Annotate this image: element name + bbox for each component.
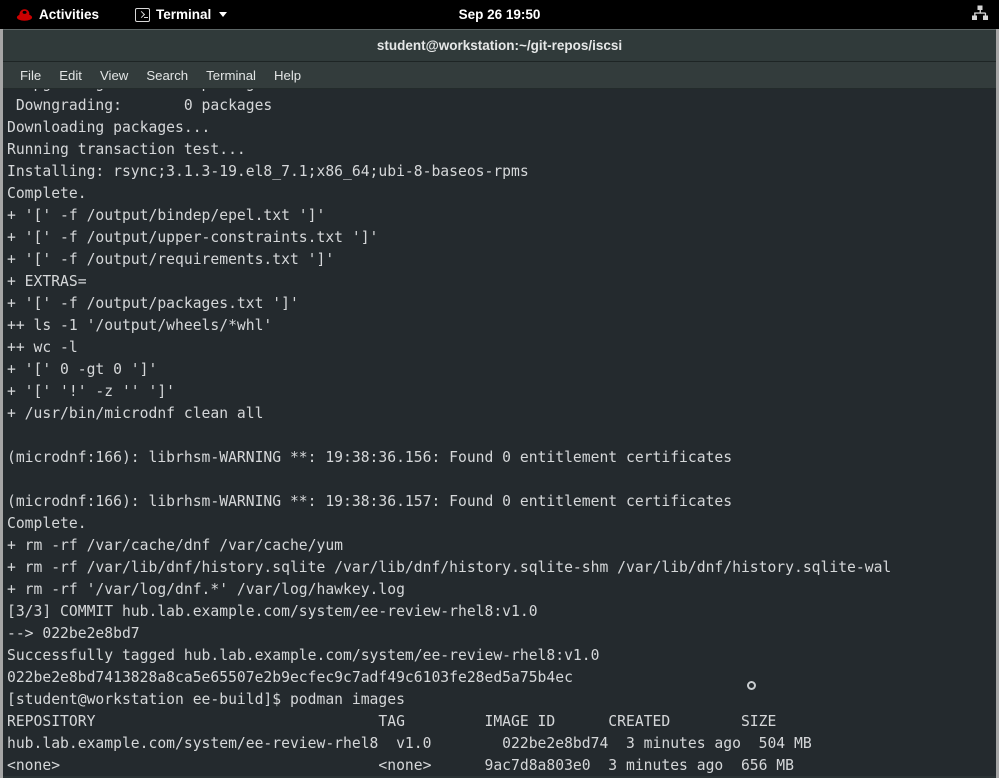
terminal-line: + rm -rf /var/cache/dnf /var/cache/yum (7, 535, 891, 557)
terminal-line: REPOSITORY TAG IMAGE ID CREATED SIZE (7, 711, 891, 733)
system-status-area[interactable] (971, 0, 989, 29)
terminal-line: [student@workstation ee-build]$ podman i… (7, 689, 891, 711)
terminal-line: + '[' -f /output/requirements.txt ']' (7, 249, 891, 271)
terminal-line: Running transaction test... (7, 139, 891, 161)
terminal-line: (microdnf:166): librhsm-WARNING **: 19:3… (7, 447, 891, 469)
terminal-line: Downgrading: 0 packages (7, 95, 891, 117)
menu-item-edit[interactable]: Edit (51, 65, 90, 86)
terminal-line (7, 425, 891, 447)
redhat-logo-icon (16, 8, 33, 22)
terminal-line: ++ wc -l (7, 337, 891, 359)
terminal-line: + '[' '!' -z '' ']' (7, 381, 891, 403)
terminal-line: + '[' 0 -gt 0 ']' (7, 359, 891, 381)
terminal-line: + rm -rf '/var/log/dnf.*' /var/log/hawke… (7, 579, 891, 601)
menubar: File Edit View Search Terminal Help (3, 62, 996, 89)
app-menu-button[interactable]: Terminal (128, 4, 234, 25)
terminal-line: + '[' -f /output/upper-constraints.txt '… (7, 227, 891, 249)
terminal-line-list: Upgrading: 0 packages Downgrading: 0 pac… (7, 89, 891, 776)
terminal-line: [3/3] COMMIT hub.lab.example.com/system/… (7, 601, 891, 623)
terminal-line: Complete. (7, 183, 891, 205)
terminal-line: --> 022be2e8bd7 (7, 623, 891, 645)
terminal-line: Installing: rsync;3.1.3-19.el8_7.1;x86_6… (7, 161, 891, 183)
terminal-line: Complete. (7, 513, 891, 535)
activities-button[interactable]: Activities (9, 4, 106, 25)
menu-item-help[interactable]: Help (266, 65, 309, 86)
terminal-window: student@workstation:~/git-repos/iscsi Fi… (0, 29, 999, 778)
terminal-line: + EXTRAS= (7, 271, 891, 293)
terminal-output-area[interactable]: Upgrading: 0 packages Downgrading: 0 pac… (3, 89, 996, 776)
wired-network-icon (971, 5, 989, 24)
terminal-line: (microdnf:166): librhsm-WARNING **: 19:3… (7, 491, 891, 513)
terminal-icon (135, 8, 150, 22)
terminal-line: + rm -rf /var/lib/dnf/history.sqlite /va… (7, 557, 891, 579)
activities-label: Activities (39, 7, 99, 22)
terminal-line (7, 469, 891, 491)
terminal-line: hub.lab.example.com/system/ee-review-rhe… (7, 733, 891, 755)
terminal-line: ++ ls -1 '/output/wheels/*whl' (7, 315, 891, 337)
top-bar-left-group: Activities Terminal (0, 4, 234, 25)
terminal-line: Successfully tagged hub.lab.example.com/… (7, 645, 891, 667)
terminal-line: Downloading packages... (7, 117, 891, 139)
menu-item-search[interactable]: Search (138, 65, 196, 86)
window-titlebar[interactable]: student@workstation:~/git-repos/iscsi (3, 29, 996, 62)
terminal-line: 022be2e8bd7413828a8ca5e65507e2b9ecfec9c7… (7, 667, 891, 689)
terminal-line: + /usr/bin/microdnf clean all (7, 403, 891, 425)
app-menu-label: Terminal (156, 7, 211, 22)
terminal-line: + '[' -f /output/packages.txt ']' (7, 293, 891, 315)
gnome-top-bar: Activities Terminal Sep 26 19:50 (0, 0, 999, 29)
clock-label: Sep 26 19:50 (459, 7, 541, 22)
menu-item-view[interactable]: View (92, 65, 136, 86)
window-title: student@workstation:~/git-repos/iscsi (377, 38, 622, 53)
menu-item-file[interactable]: File (12, 65, 49, 86)
mouse-cursor-icon (747, 681, 756, 690)
terminal-line: <none> <none> 9ac7d8a803e0 3 minutes ago… (7, 755, 891, 776)
chevron-down-icon (219, 12, 227, 17)
menu-item-terminal[interactable]: Terminal (198, 65, 264, 86)
terminal-line: + '[' -f /output/bindep/epel.txt ']' (7, 205, 891, 227)
